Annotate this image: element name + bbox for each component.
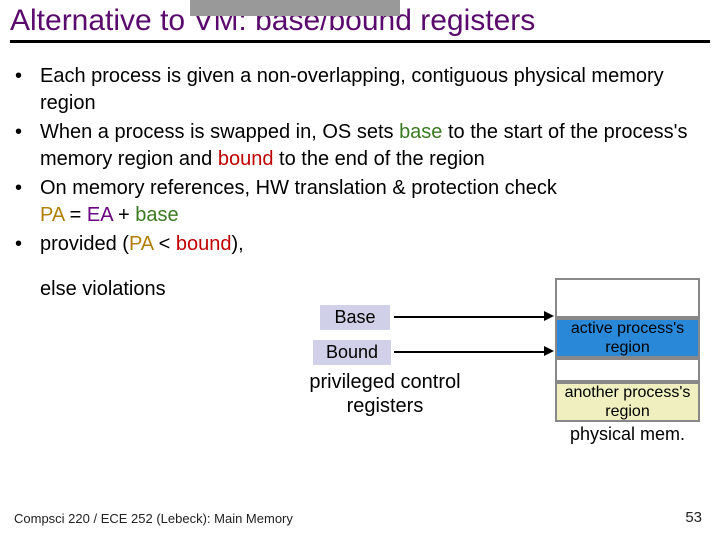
bullet-2-c: to the end of the region: [274, 148, 485, 170]
privileged-registers-label: privileged control registers: [290, 370, 480, 418]
physical-memory-label: physical mem.: [555, 422, 700, 448]
memory-block-active: active process's region: [555, 318, 700, 358]
bound-register-box: Bound: [313, 340, 391, 365]
bullet-4-a: provided (: [40, 233, 129, 255]
bullet-1: Each process is given a non-overlapping,…: [40, 63, 710, 117]
plus: +: [112, 204, 135, 226]
bullet-3-a: On memory references, HW translation & p…: [40, 177, 557, 199]
memory-block-gap: [555, 358, 700, 382]
lt: <: [153, 233, 176, 255]
term-ea: EA: [87, 204, 113, 226]
memory-block-another: another process's region: [555, 382, 700, 422]
term-bound-2: bound: [176, 233, 232, 255]
diagram: Base Bound privileged control registers …: [290, 300, 700, 480]
base-arrow-line: [394, 316, 544, 318]
bullet-2-a: When a process is swapped in, OS sets: [40, 121, 399, 143]
title-underline: [10, 40, 710, 43]
footer-left: Compsci 220 / ECE 252 (Lebeck): Main Mem…: [14, 511, 293, 526]
bullet-4-b: ),: [231, 233, 243, 255]
bullet-list: Each process is given a non-overlapping,…: [10, 63, 710, 258]
slide-number: 53: [685, 509, 702, 526]
bound-arrowhead-icon: [544, 346, 554, 356]
bullet-1-text: Each process is given a non-overlapping,…: [40, 65, 664, 114]
eq: =: [64, 204, 87, 226]
term-bound: bound: [218, 148, 274, 170]
bullet-3: On memory references, HW translation & p…: [40, 175, 710, 229]
base-register-box: Base: [320, 305, 390, 330]
slide: Alternative to VM: base/bound registers …: [0, 0, 720, 540]
bullet-2: When a process is swapped in, OS sets ba…: [40, 119, 710, 173]
bullet-4: provided (PA < bound),: [40, 231, 710, 258]
memory-block-top: [555, 278, 700, 318]
term-base: base: [399, 121, 442, 143]
decorative-bar: [190, 0, 400, 16]
term-base-2: base: [135, 204, 178, 226]
term-pa: PA: [40, 204, 64, 226]
bound-arrow-line: [394, 351, 544, 353]
base-arrowhead-icon: [544, 311, 554, 321]
term-pa-2: PA: [129, 233, 153, 255]
